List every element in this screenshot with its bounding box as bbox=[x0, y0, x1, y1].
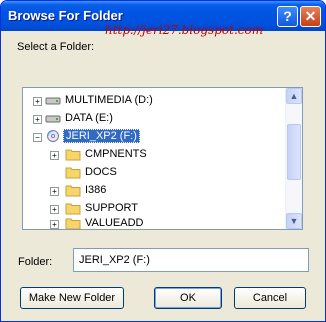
scroll-up-button[interactable]: ▲ bbox=[286, 88, 302, 104]
folder-icon bbox=[65, 149, 81, 161]
expand-icon[interactable]: + bbox=[50, 205, 59, 214]
folder-icon bbox=[65, 185, 81, 197]
scroll-thumb[interactable] bbox=[287, 124, 301, 180]
folder-icon bbox=[65, 218, 81, 229]
drive-icon bbox=[45, 97, 61, 105]
cd-drive-icon bbox=[47, 130, 59, 142]
expand-icon[interactable]: + bbox=[50, 187, 59, 196]
expand-icon[interactable]: + bbox=[33, 97, 42, 106]
tree-item-label-selected: JERI_XP2 (F:) bbox=[63, 129, 140, 143]
tree-item-label: CMPNENTS bbox=[85, 148, 147, 160]
watermark-text: http://jeri27.blogspot.com bbox=[105, 23, 264, 37]
tree-item-data[interactable]: + DATA (E:) bbox=[23, 110, 288, 128]
tree-item-i386[interactable]: + I386 bbox=[23, 182, 288, 200]
tree-item-valueadd[interactable]: + VALUEADD bbox=[23, 215, 288, 229]
help-button[interactable]: ? bbox=[277, 6, 298, 27]
folder-input[interactable]: JERI_XP2 (F:) bbox=[73, 248, 309, 272]
cancel-button[interactable]: Cancel bbox=[234, 287, 306, 309]
folder-icon bbox=[65, 203, 81, 215]
browse-for-folder-dialog: Browse For Folder ? ✕ http://jeri27.blog… bbox=[0, 0, 326, 322]
tree-item-jeri-xp2[interactable]: − JERI_XP2 (F:) bbox=[23, 128, 288, 146]
tree-item-label: MULTIMEDIA (D:) bbox=[65, 94, 153, 106]
window-title: Browse For Folder bbox=[8, 8, 123, 23]
drive-icon bbox=[45, 115, 61, 123]
scroll-down-button[interactable]: ▼ bbox=[286, 213, 302, 229]
select-folder-label: Select a Folder: bbox=[17, 41, 95, 53]
make-new-folder-button[interactable]: Make New Folder bbox=[20, 287, 124, 309]
folder-label: Folder: bbox=[18, 256, 53, 268]
folder-tree[interactable]: + MULTIMEDIA (D:) + DATA (E:) − JERI_XP2… bbox=[22, 87, 303, 230]
collapse-icon[interactable]: − bbox=[33, 133, 42, 142]
tree-item-docs[interactable]: DOCS bbox=[23, 164, 288, 182]
tree-item-label: DATA (E:) bbox=[65, 112, 113, 124]
tree-item-label: DOCS bbox=[85, 166, 117, 178]
ok-button[interactable]: OK bbox=[154, 287, 222, 309]
tree-item-label: SUPPORT bbox=[85, 202, 138, 214]
tree-item-label: I386 bbox=[85, 184, 107, 196]
tree-item-multimedia[interactable]: + MULTIMEDIA (D:) bbox=[23, 92, 288, 110]
tree-item-label: VALUEADD bbox=[85, 217, 144, 229]
expand-icon[interactable]: + bbox=[33, 115, 42, 124]
close-button[interactable]: ✕ bbox=[300, 6, 321, 27]
expand-icon[interactable]: + bbox=[50, 151, 59, 160]
vertical-scrollbar[interactable]: ▲ ▼ bbox=[285, 88, 302, 229]
folder-icon bbox=[65, 167, 81, 179]
expand-icon[interactable]: + bbox=[50, 220, 59, 229]
tree-item-cmpnents[interactable]: + CMPNENTS bbox=[23, 146, 288, 164]
